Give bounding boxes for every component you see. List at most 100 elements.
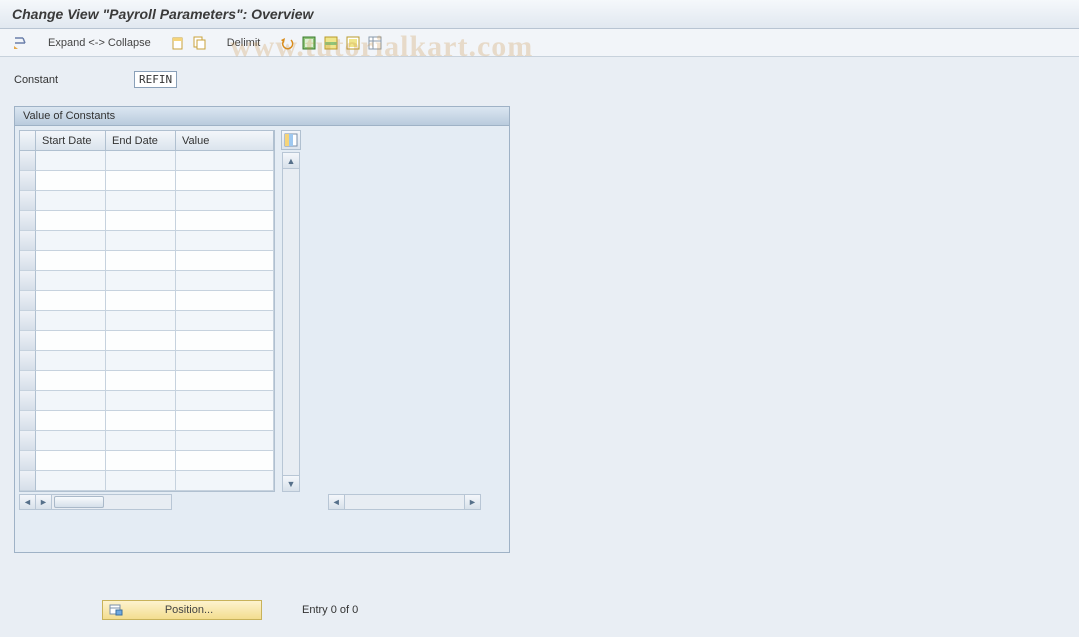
scroll-down-icon[interactable]: ▼: [283, 475, 299, 491]
table-row[interactable]: [20, 151, 274, 171]
cell-start-date[interactable]: [36, 171, 106, 191]
scroll-right-inner-icon[interactable]: ►: [36, 495, 52, 509]
horizontal-scrollbar-left[interactable]: ◄ ►: [19, 494, 172, 510]
cell-end-date[interactable]: [106, 411, 176, 431]
table-row[interactable]: [20, 291, 274, 311]
vertical-scrollbar[interactable]: ▲ ▼: [282, 152, 300, 492]
cell-start-date[interactable]: [36, 311, 106, 331]
cell-start-date[interactable]: [36, 211, 106, 231]
row-selector[interactable]: [20, 191, 36, 211]
row-selector[interactable]: [20, 351, 36, 371]
cell-end-date[interactable]: [106, 231, 176, 251]
cell-start-date[interactable]: [36, 471, 106, 491]
cell-end-date[interactable]: [106, 291, 176, 311]
cell-value[interactable]: [176, 351, 274, 371]
cell-end-date[interactable]: [106, 151, 176, 171]
configure-columns-icon[interactable]: [281, 130, 301, 150]
cell-start-date[interactable]: [36, 371, 106, 391]
cell-start-date[interactable]: [36, 191, 106, 211]
table-row[interactable]: [20, 431, 274, 451]
table-row[interactable]: [20, 471, 274, 491]
row-selector[interactable]: [20, 411, 36, 431]
table-row[interactable]: [20, 371, 274, 391]
cell-value[interactable]: [176, 271, 274, 291]
cell-value[interactable]: [176, 231, 274, 251]
cell-start-date[interactable]: [36, 271, 106, 291]
cell-value[interactable]: [176, 331, 274, 351]
scroll-left-icon[interactable]: ◄: [20, 495, 36, 509]
row-selector[interactable]: [20, 331, 36, 351]
row-selector[interactable]: [20, 291, 36, 311]
table-row[interactable]: [20, 231, 274, 251]
new-entries-icon[interactable]: [169, 34, 187, 52]
row-selector[interactable]: [20, 431, 36, 451]
cell-start-date[interactable]: [36, 231, 106, 251]
col-header-end-date[interactable]: End Date: [106, 131, 176, 151]
deselect-all-icon[interactable]: [344, 34, 362, 52]
cell-start-date[interactable]: [36, 411, 106, 431]
cell-end-date[interactable]: [106, 391, 176, 411]
cell-start-date[interactable]: [36, 251, 106, 271]
row-selector[interactable]: [20, 471, 36, 491]
cell-value[interactable]: [176, 451, 274, 471]
scroll-up-icon[interactable]: ▲: [283, 153, 299, 169]
table-row[interactable]: [20, 251, 274, 271]
row-selector[interactable]: [20, 391, 36, 411]
table-row[interactable]: [20, 451, 274, 471]
other-view-icon[interactable]: [10, 34, 30, 52]
scroll-left-icon-2[interactable]: ◄: [329, 495, 345, 509]
row-selector[interactable]: [20, 151, 36, 171]
table-row[interactable]: [20, 211, 274, 231]
cell-start-date[interactable]: [36, 431, 106, 451]
cell-value[interactable]: [176, 311, 274, 331]
row-selector[interactable]: [20, 231, 36, 251]
position-button[interactable]: Position...: [102, 600, 262, 620]
delimit-button[interactable]: Delimit: [223, 34, 265, 52]
table-row[interactable]: [20, 171, 274, 191]
cell-start-date[interactable]: [36, 351, 106, 371]
cell-start-date[interactable]: [36, 291, 106, 311]
table-row[interactable]: [20, 411, 274, 431]
cell-value[interactable]: [176, 251, 274, 271]
table-row[interactable]: [20, 311, 274, 331]
cell-end-date[interactable]: [106, 211, 176, 231]
select-block-icon[interactable]: [322, 34, 340, 52]
cell-end-date[interactable]: [106, 371, 176, 391]
scroll-thumb[interactable]: [54, 496, 104, 508]
horizontal-scrollbar-right[interactable]: ◄ ►: [328, 494, 481, 510]
cell-end-date[interactable]: [106, 451, 176, 471]
cell-end-date[interactable]: [106, 351, 176, 371]
table-row[interactable]: [20, 191, 274, 211]
cell-end-date[interactable]: [106, 311, 176, 331]
row-selector[interactable]: [20, 211, 36, 231]
undo-icon[interactable]: [278, 34, 296, 52]
table-row[interactable]: [20, 391, 274, 411]
row-selector[interactable]: [20, 371, 36, 391]
cell-value[interactable]: [176, 411, 274, 431]
cell-value[interactable]: [176, 291, 274, 311]
cell-value[interactable]: [176, 391, 274, 411]
row-selector-header[interactable]: [20, 131, 36, 151]
cell-start-date[interactable]: [36, 151, 106, 171]
cell-end-date[interactable]: [106, 171, 176, 191]
cell-value[interactable]: [176, 151, 274, 171]
cell-end-date[interactable]: [106, 431, 176, 451]
cell-value[interactable]: [176, 471, 274, 491]
cell-end-date[interactable]: [106, 251, 176, 271]
cell-start-date[interactable]: [36, 451, 106, 471]
expand-collapse-button[interactable]: Expand <-> Collapse: [44, 34, 155, 52]
cell-value[interactable]: [176, 431, 274, 451]
table-row[interactable]: [20, 351, 274, 371]
col-header-value[interactable]: Value: [176, 131, 274, 151]
scroll-right-icon[interactable]: ►: [464, 495, 480, 509]
row-selector[interactable]: [20, 251, 36, 271]
row-selector[interactable]: [20, 271, 36, 291]
row-selector[interactable]: [20, 311, 36, 331]
cell-start-date[interactable]: [36, 331, 106, 351]
cell-value[interactable]: [176, 211, 274, 231]
table-settings-icon[interactable]: [366, 34, 384, 52]
cell-end-date[interactable]: [106, 471, 176, 491]
cell-value[interactable]: [176, 171, 274, 191]
cell-value[interactable]: [176, 191, 274, 211]
cell-end-date[interactable]: [106, 271, 176, 291]
